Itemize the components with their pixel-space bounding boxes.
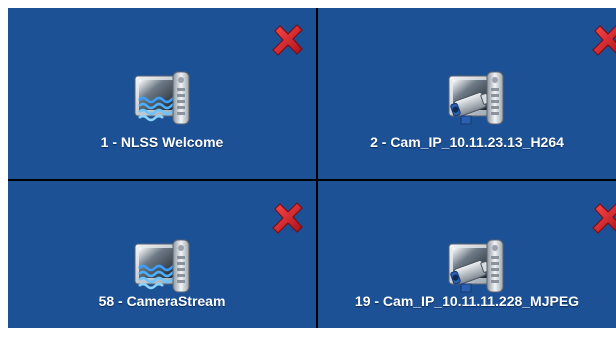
video-wall-grid: 1 - NLSS Welcome 2 - Cam_IP_10.11.23.13_… bbox=[8, 8, 616, 328]
close-icon[interactable] bbox=[590, 22, 616, 58]
close-icon[interactable] bbox=[270, 200, 306, 236]
video-tile[interactable]: 19 - Cam_IP_10.11.11.228_MJPEG bbox=[318, 181, 616, 328]
ip-camera-icon bbox=[445, 66, 509, 130]
video-wave-icon bbox=[131, 66, 195, 130]
ip-camera-icon bbox=[445, 234, 509, 298]
tile-label: 1 - NLSS Welcome bbox=[100, 134, 224, 150]
close-icon[interactable] bbox=[270, 22, 306, 58]
video-tile[interactable]: 2 - Cam_IP_10.11.23.13_H264 bbox=[318, 8, 616, 179]
tile-label: 58 - CameraStream bbox=[98, 293, 226, 309]
tile-label: 2 - Cam_IP_10.11.23.13_H264 bbox=[370, 134, 564, 150]
tile-label: 19 - Cam_IP_10.11.11.228_MJPEG bbox=[354, 293, 580, 309]
close-icon[interactable] bbox=[590, 200, 616, 236]
video-tile[interactable]: 58 - CameraStream bbox=[8, 181, 316, 328]
video-wave-icon bbox=[131, 234, 195, 298]
video-tile[interactable]: 1 - NLSS Welcome bbox=[8, 8, 316, 179]
